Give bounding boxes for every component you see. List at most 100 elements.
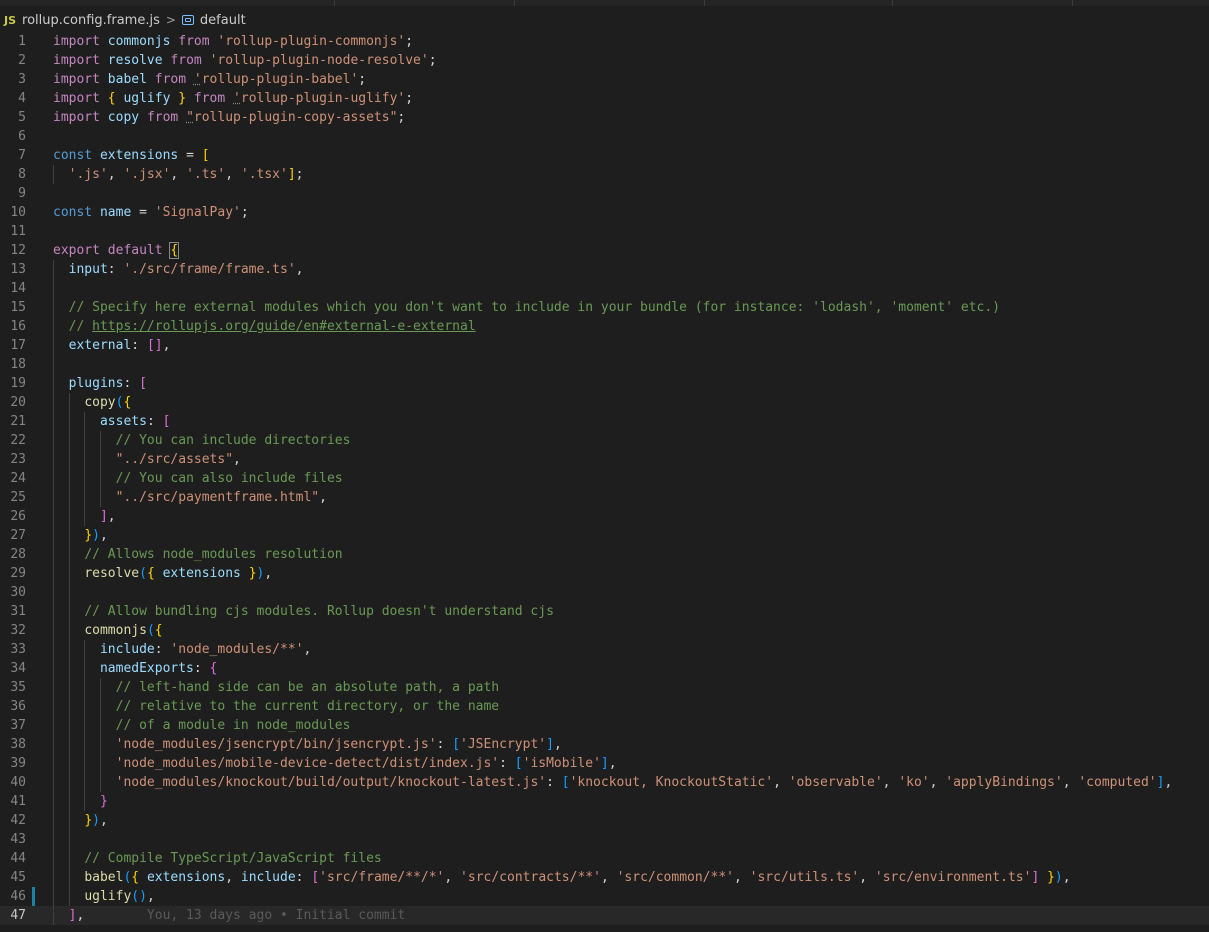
code-line[interactable]: 41 } [0,792,1209,811]
line-number[interactable]: 2 [0,51,26,70]
line-number[interactable]: 33 [0,640,26,659]
line-number[interactable]: 9 [0,184,26,203]
line-number[interactable]: 43 [0,830,26,849]
code-line[interactable]: 45 babel({ extensions, include: ['src/fr… [0,868,1209,887]
line-number[interactable]: 37 [0,716,26,735]
line-number[interactable]: 45 [0,868,26,887]
code-line[interactable]: 19 plugins: [ [0,374,1209,393]
line-number[interactable]: 3 [0,70,26,89]
code-line[interactable]: 14 [0,279,1209,298]
line-number[interactable]: 34 [0,659,26,678]
line-number[interactable]: 44 [0,849,26,868]
line-number[interactable]: 29 [0,564,26,583]
line-number[interactable]: 27 [0,526,26,545]
code-line[interactable]: 16 // https://rollupjs.org/guide/en#exte… [0,317,1209,336]
code-line[interactable]: 8 '.js', '.jsx', '.ts', '.tsx']; [0,165,1209,184]
line-number[interactable]: 10 [0,203,26,222]
tab-strip[interactable] [0,0,1209,6]
code-line[interactable]: 6 [0,127,1209,146]
line-number[interactable]: 36 [0,697,26,716]
code-editor[interactable]: 1 import commonjs from 'rollup-plugin-com… [0,32,1209,932]
code-line[interactable]: 43 [0,830,1209,849]
code-line[interactable]: 44 // Compile TypeScript/JavaScript file… [0,849,1209,868]
line-number[interactable]: 40 [0,773,26,792]
code-line[interactable]: 4 import { uglify } from 'rollup-plugin-u… [0,89,1209,108]
code-line[interactable]: 31 // Allow bundling cjs modules. Rollup… [0,602,1209,621]
code-line[interactable]: 30 [0,583,1209,602]
line-number[interactable]: 4 [0,89,26,108]
line-number[interactable]: 18 [0,355,26,374]
line-number[interactable]: 5 [0,108,26,127]
code-line[interactable]: 5 import copy from "rollup-plugin-copy-as… [0,108,1209,127]
line-number[interactable]: 13 [0,260,26,279]
line-number[interactable]: 32 [0,621,26,640]
code-line[interactable]: 38 'node_modules/jsencrypt/bin/jsencrypt… [0,735,1209,754]
line-number[interactable]: 22 [0,431,26,450]
line-number[interactable]: 15 [0,298,26,317]
code-line[interactable]: 29 resolve({ extensions }), [0,564,1209,583]
line-number[interactable]: 38 [0,735,26,754]
code-line[interactable]: 32 commonjs({ [0,621,1209,640]
code-line[interactable]: 47 ], You, 13 days ago • Initial commit [0,906,1209,925]
code-line[interactable]: 26 ], [0,507,1209,526]
code-line[interactable]: 27 }), [0,526,1209,545]
line-number[interactable]: 42 [0,811,26,830]
line-number[interactable]: 28 [0,545,26,564]
line-number[interactable]: 21 [0,412,26,431]
line-number[interactable]: 16 [0,317,26,336]
breadcrumb-symbol[interactable]: default [200,13,246,28]
code-line[interactable]: 1 import commonjs from 'rollup-plugin-com… [0,32,1209,51]
code-line[interactable]: 15 // Specify here external modules whic… [0,298,1209,317]
code-line[interactable]: 18 [0,355,1209,374]
code-line[interactable]: 46 uglify(), [0,887,1209,906]
line-number[interactable]: 26 [0,507,26,526]
code-line[interactable]: 40 'node_modules/knockout/build/output/k… [0,773,1209,792]
code-line[interactable]: 7 const extensions = [ [0,146,1209,165]
code-line[interactable]: 39 'node_modules/mobile-device-detect/di… [0,754,1209,773]
code-line[interactable]: 20 copy({ [0,393,1209,412]
code-token: const [53,148,93,163]
line-number[interactable]: 8 [0,165,26,184]
line-number[interactable]: 11 [0,222,26,241]
code-line[interactable]: 37 // of a module in node_modules [0,716,1209,735]
code-line[interactable]: 11 [0,222,1209,241]
line-number[interactable]: 46 [0,887,26,906]
line-number[interactable]: 23 [0,450,26,469]
code-line[interactable]: 24 // You can also include files [0,469,1209,488]
line-number[interactable]: 39 [0,754,26,773]
code-line[interactable]: 42 }), [0,811,1209,830]
line-number[interactable]: 41 [0,792,26,811]
code-line[interactable]: 2 import resolve from 'rollup-plugin-node… [0,51,1209,70]
line-number[interactable]: 30 [0,583,26,602]
line-number[interactable]: 47 [0,906,26,925]
code-line[interactable]: 35 // left-hand side can be an absolute … [0,678,1209,697]
code-line[interactable]: 23 "../src/assets", [0,450,1209,469]
code-line[interactable]: 28 // Allows node_modules resolution [0,545,1209,564]
line-number[interactable]: 25 [0,488,26,507]
line-number[interactable]: 12 [0,241,26,260]
line-number[interactable]: 17 [0,336,26,355]
code-line[interactable]: 21 assets: [ [0,412,1209,431]
code-line[interactable]: 33 include: 'node_modules/**', [0,640,1209,659]
line-number[interactable]: 31 [0,602,26,621]
line-number[interactable]: 19 [0,374,26,393]
line-number[interactable]: 14 [0,279,26,298]
code-line[interactable]: 9 [0,184,1209,203]
code-line[interactable]: 25 "../src/paymentframe.html", [0,488,1209,507]
line-number[interactable]: 7 [0,146,26,165]
modified-line-indicator[interactable] [32,887,35,906]
code-line[interactable]: 13 input: './src/frame/frame.ts', [0,260,1209,279]
line-number[interactable]: 1 [0,32,26,51]
code-line[interactable]: 12 export default { [0,241,1209,260]
line-number[interactable]: 6 [0,127,26,146]
code-line[interactable]: 36 // relative to the current directory,… [0,697,1209,716]
code-line[interactable]: 34 namedExports: { [0,659,1209,678]
code-line[interactable]: 17 external: [], [0,336,1209,355]
breadcrumb-file[interactable]: rollup.config.frame.js [22,13,160,28]
line-number[interactable]: 24 [0,469,26,488]
code-line[interactable]: 10 const name = 'SignalPay'; [0,203,1209,222]
code-line[interactable]: 22 // You can include directories [0,431,1209,450]
line-number[interactable]: 20 [0,393,26,412]
code-line[interactable]: 3 import babel from 'rollup-plugin-babel'… [0,70,1209,89]
line-number[interactable]: 35 [0,678,26,697]
